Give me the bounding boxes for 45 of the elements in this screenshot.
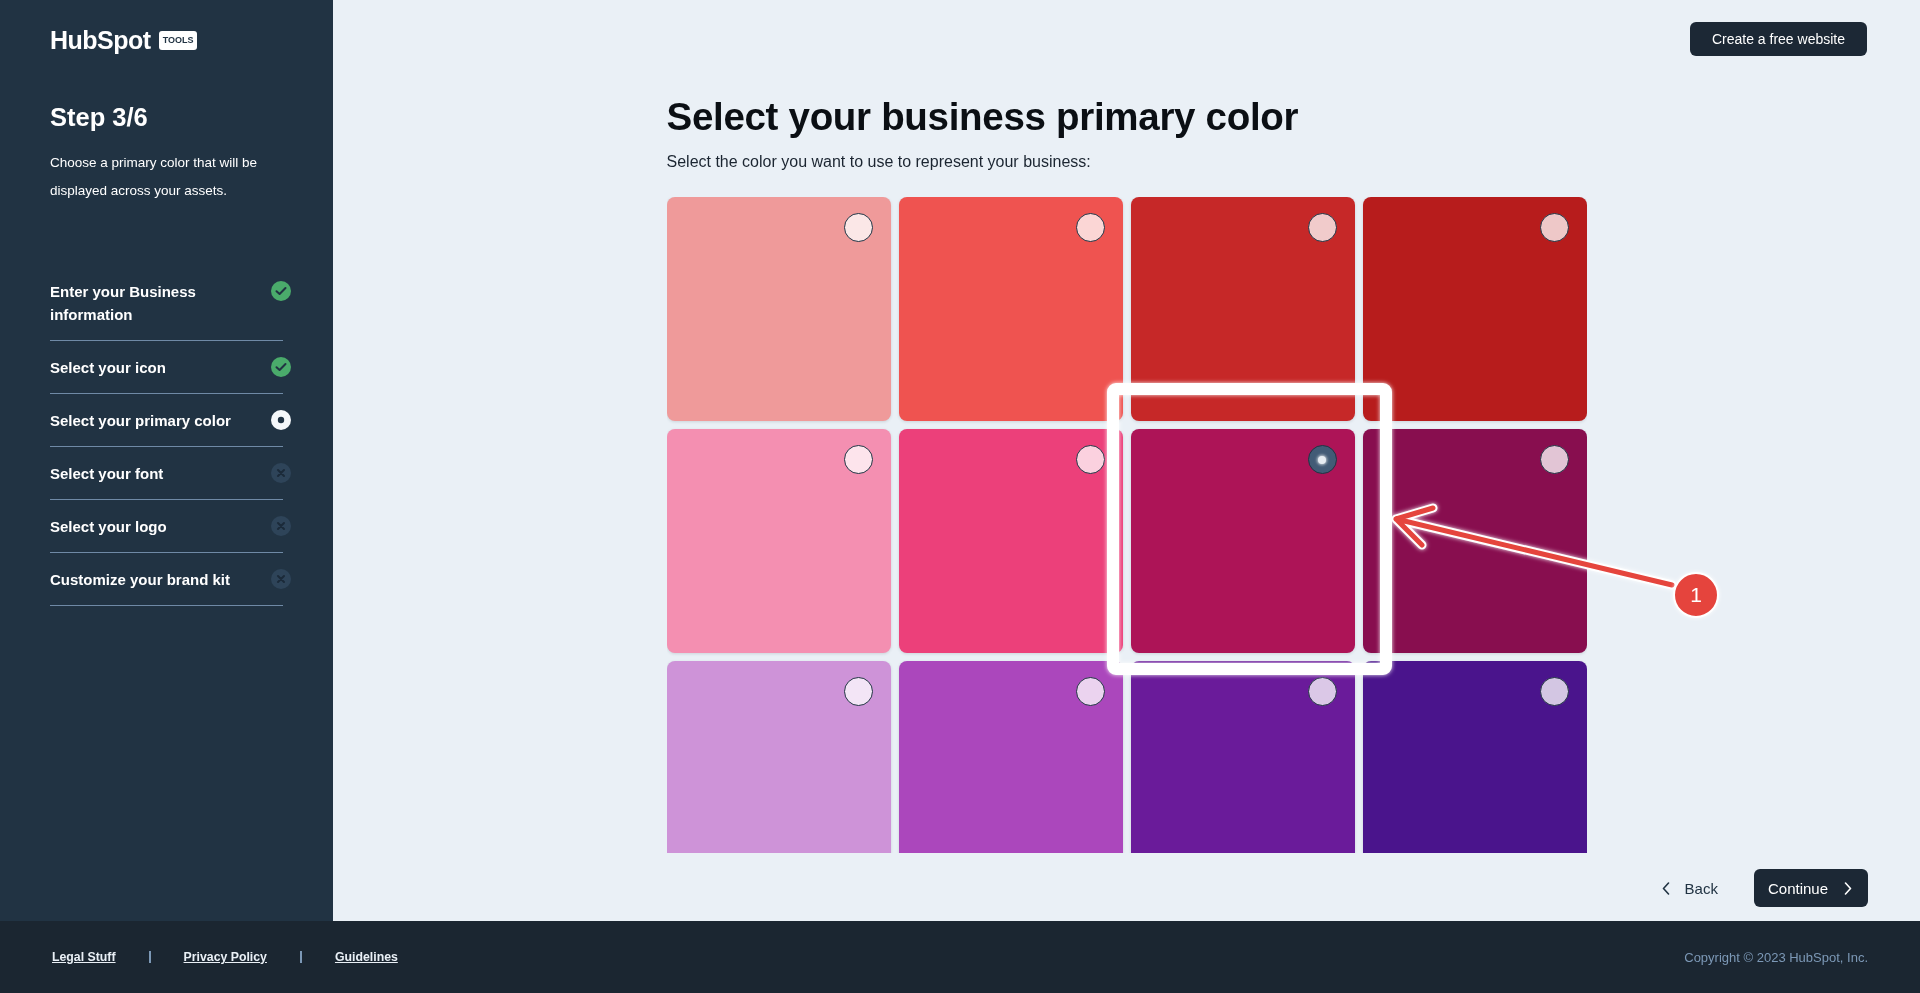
step-label: Select your icon xyxy=(50,358,167,378)
radio-button[interactable] xyxy=(1075,213,1105,242)
back-button[interactable]: Back xyxy=(1657,869,1722,907)
radio-button[interactable] xyxy=(1539,445,1569,474)
color-swatch[interactable] xyxy=(1362,429,1587,653)
color-swatch[interactable] xyxy=(666,197,891,421)
color-swatch[interactable] xyxy=(1130,661,1355,853)
radio-button[interactable] xyxy=(1307,445,1337,474)
step-label: Select your primary color xyxy=(50,411,232,431)
continue-button[interactable]: Continue xyxy=(1753,869,1868,907)
step-title: Step 3/6 xyxy=(50,102,149,132)
radio-button[interactable] xyxy=(1075,677,1105,706)
color-swatch[interactable] xyxy=(1130,197,1355,421)
color-swatch[interactable] xyxy=(666,661,891,853)
chevron-right-icon xyxy=(1844,881,1852,895)
footer-link[interactable]: Legal Stuff xyxy=(52,950,116,964)
logo-wordmark: HubSpot xyxy=(50,27,151,53)
color-swatch[interactable] xyxy=(898,661,1123,853)
step-label: Select your font xyxy=(50,464,165,484)
step-label: Select your logo xyxy=(50,517,168,537)
step-label: Customize your brand kit xyxy=(50,570,232,590)
tools-tag: TOOLS xyxy=(158,30,198,50)
step-description: Choose a primary color that will be displayed across your assets. xyxy=(50,154,259,200)
color-swatch[interactable] xyxy=(898,197,1123,421)
radio-button[interactable] xyxy=(843,445,873,474)
footer-link[interactable]: Guidelines xyxy=(334,950,398,964)
page-subtitle: Select the color you want to use to represent your business: xyxy=(666,152,1092,172)
radio-button[interactable] xyxy=(1075,445,1105,474)
step-label: Enter your Business information xyxy=(50,282,197,325)
color-swatch[interactable] xyxy=(898,429,1123,653)
radio-button[interactable] xyxy=(1307,677,1337,706)
create-website-button[interactable]: Create a free website xyxy=(1689,22,1867,56)
color-swatch[interactable] xyxy=(666,429,891,653)
color-swatch[interactable] xyxy=(1362,661,1587,853)
radio-button[interactable] xyxy=(1539,677,1569,706)
color-swatch[interactable] xyxy=(1130,429,1355,653)
page-title: Select your business primary color xyxy=(666,94,1300,140)
footer-link[interactable]: Privacy Policy xyxy=(183,950,267,964)
radio-button[interactable] xyxy=(843,677,873,706)
copyright-text: Copyright © 2023 HubSpot, Inc. xyxy=(1684,949,1868,965)
chevron-left-icon xyxy=(1661,881,1670,895)
color-swatch[interactable] xyxy=(1362,197,1587,421)
radio-button[interactable] xyxy=(843,213,873,242)
radio-button[interactable] xyxy=(1307,213,1337,242)
radio-button[interactable] xyxy=(1539,213,1569,242)
